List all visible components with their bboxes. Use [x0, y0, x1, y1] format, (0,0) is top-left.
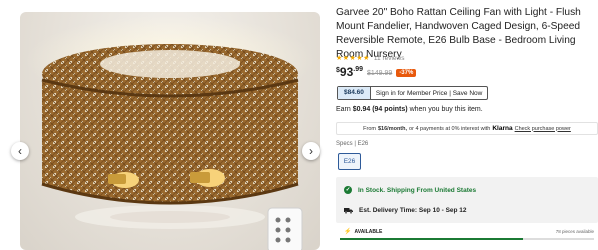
availability-label: ⚡ AVAILABLE: [344, 228, 383, 236]
fan-illustration: [25, 15, 315, 250]
price-row: $ 93 .99 $149.99 -37%: [336, 64, 417, 80]
delivery-text: Est. Delivery Time: Sep 10 - Sep 12: [359, 207, 467, 214]
product-details: Garvee 20" Boho Rattan Ceiling Fan with …: [336, 0, 598, 250]
points-prefix: Earn: [336, 106, 351, 113]
chevron-left-icon: ‹: [18, 144, 22, 158]
gallery-next-button[interactable]: ›: [302, 142, 320, 160]
product-gallery: ‹ ›: [0, 0, 330, 250]
points-info: Earn $0.94 (94 points) when you buy this…: [336, 106, 483, 113]
pieces-available: 78 pieces available: [555, 229, 594, 234]
rating-row[interactable]: ★★★★★ 11 reviews: [336, 54, 405, 63]
chevron-right-icon: ›: [309, 144, 313, 158]
availability-row: ⚡ AVAILABLE 78 pieces available: [336, 227, 598, 240]
availability-text: AVAILABLE: [354, 228, 383, 235]
stock-info-box: ✓ In Stock. Shipping From United States …: [336, 177, 598, 223]
review-count-link[interactable]: 11 reviews: [374, 55, 405, 62]
check-purchase-power-link[interactable]: Check purchase power: [515, 126, 571, 132]
in-stock-line: ✓ In Stock. Shipping From United States: [344, 186, 476, 194]
in-stock-text: In Stock. Shipping From United States: [358, 186, 477, 194]
spec-option-e26[interactable]: E26: [338, 153, 361, 170]
discount-badge: -37%: [396, 69, 417, 77]
gallery-prev-button[interactable]: ‹: [11, 142, 29, 160]
member-price: $84.60: [338, 87, 371, 99]
points-suffix: when you buy this item.: [409, 106, 483, 113]
star-rating-icon: ★★★★★: [336, 55, 370, 62]
klarna-text-mid: or 4 payments at 0% interest with: [409, 125, 491, 132]
specs-label: Specs | E26: [336, 141, 369, 147]
delivery-line: Est. Delivery Time: Sep 10 - Sep 12: [344, 207, 467, 214]
availability-bar-fill: [340, 238, 523, 240]
price-dollars: 93: [339, 65, 354, 79]
truck-icon: [344, 208, 353, 214]
product-image[interactable]: [20, 12, 320, 250]
availability-bar: [340, 238, 594, 240]
points-amount: $0.94 (94 points): [352, 106, 408, 113]
price-cents: .99: [353, 66, 363, 73]
klarna-text-before: From: [363, 125, 376, 132]
klarna-logo-icon: Klarna: [492, 125, 513, 132]
lightning-icon: ⚡: [344, 229, 352, 235]
klarna-amount: $16/month,: [377, 125, 408, 132]
check-circle-icon: ✓: [344, 186, 352, 194]
klarna-financing-banner: From $16/month, or 4 payments at 0% inte…: [336, 122, 598, 135]
member-signin-link[interactable]: Sign in for Member Price | Save Now: [371, 90, 487, 97]
member-price-banner[interactable]: $84.60 Sign in for Member Price | Save N…: [337, 86, 489, 100]
original-price: $149.99: [367, 70, 393, 77]
